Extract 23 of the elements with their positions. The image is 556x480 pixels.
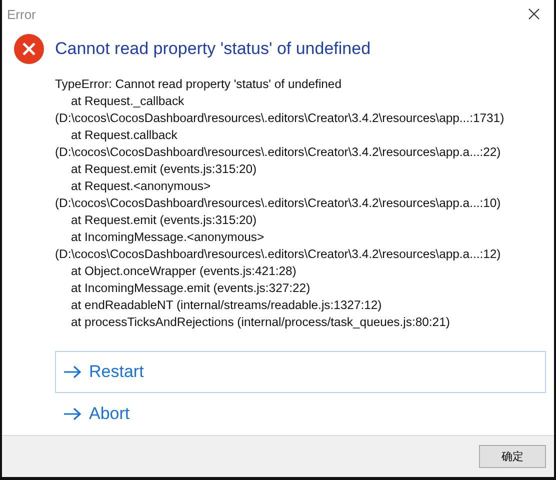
- window-title: Error: [7, 6, 36, 22]
- arrow-right-icon: [63, 407, 82, 421]
- error-detail-line: at Request.emit (events.js:315:20): [70, 212, 258, 229]
- error-detail-line: at endReadableNT (internal/streams/readable.js:1327:12): [70, 297, 383, 314]
- command-link[interactable]: Restart: [55, 351, 546, 393]
- error-detail-line: at Request.callback: [70, 127, 178, 144]
- error-detail-line: at IncomingMessage.emit (events.js:327:22): [70, 280, 312, 297]
- error-detail-line: at Request.<anonymous>: [70, 178, 212, 195]
- error-icon: [14, 34, 44, 64]
- close-icon[interactable]: [528, 8, 540, 20]
- error-detail-line: TypeError: Cannot read property 'status' of undefined: [55, 76, 342, 93]
- error-detail-line: at processTicksAndRejections (internal/process/task_queues.js:80:21): [70, 314, 451, 331]
- error-heading: Cannot read property 'status' of undefined: [55, 39, 371, 59]
- error-detail-line: (D:\cocos\CocosDashboard\resources\.editors\Creator\3.4.2\resources\app.a...:10): [55, 195, 502, 212]
- ok-button[interactable]: 确定: [479, 445, 546, 468]
- error-detail-line: (D:\cocos\CocosDashboard\resources\.editors\Creator\3.4.2\resources\app.a...:12): [55, 246, 502, 263]
- error-detail-line: at Object.onceWrapper (events.js:421:28): [70, 263, 298, 280]
- error-detail-line: at IncomingMessage.<anonymous>: [70, 229, 266, 246]
- error-detail-line: at Request.emit (events.js:315:20): [70, 161, 258, 178]
- error-detail-line: (D:\cocos\CocosDashboard\resources\.editors\Creator\3.4.2\resources\app.a...:22): [55, 144, 502, 161]
- error-detail-line: at Request._callback: [70, 93, 186, 110]
- arrow-right-icon: [63, 365, 82, 379]
- error-detail-line: (D:\cocos\CocosDashboard\resources\.editors\Creator\3.4.2\resources\app...:1731): [55, 110, 506, 127]
